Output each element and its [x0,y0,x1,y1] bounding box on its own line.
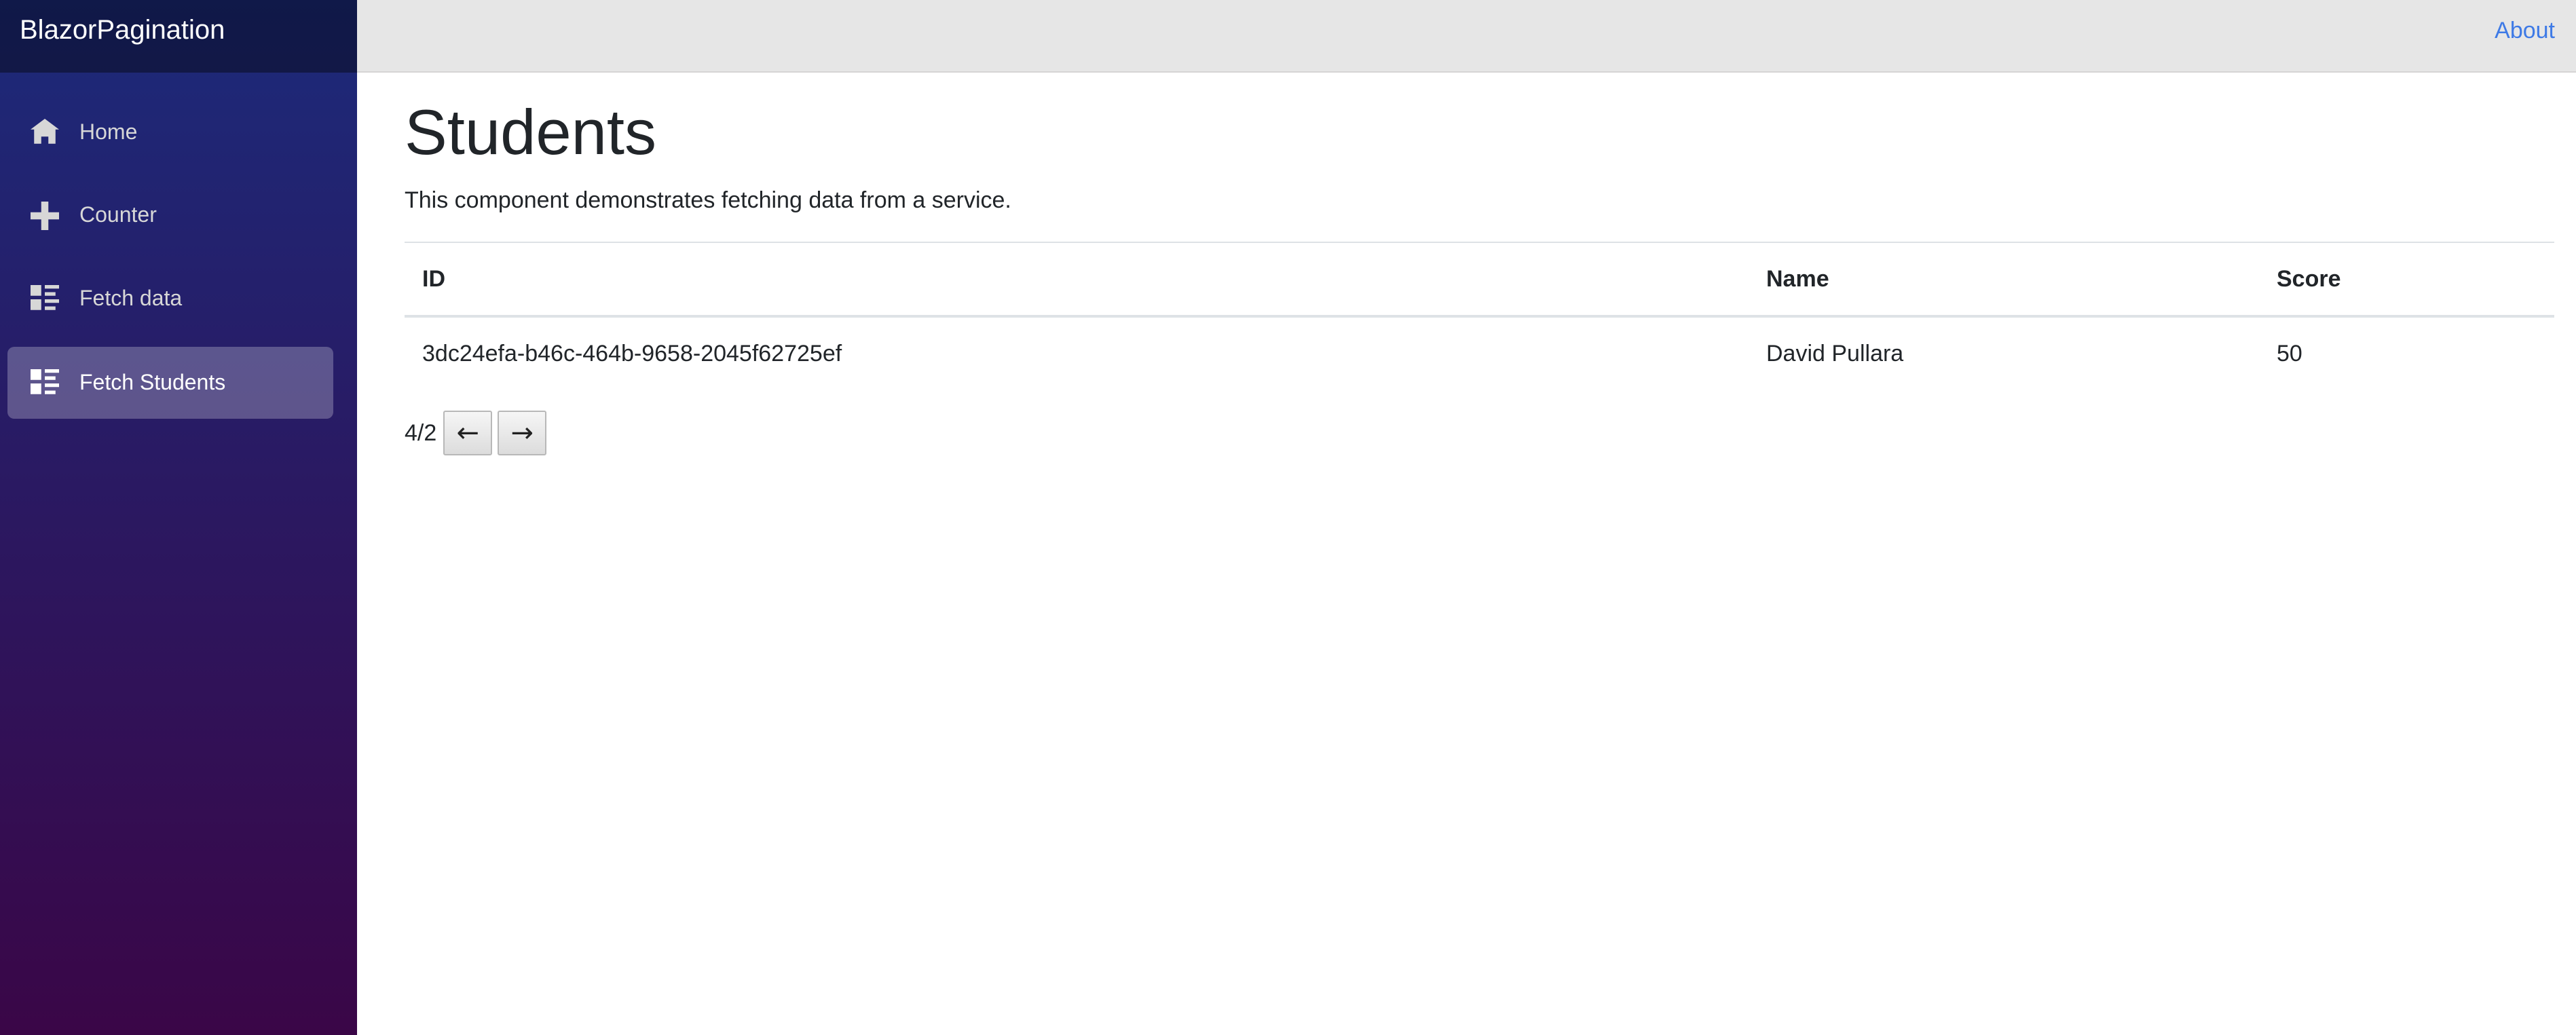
sidebar: BlazorPagination Home Counter Fetch data [0,0,357,1035]
column-header-score: Score [2259,242,2554,318]
page-indicator: 4/2 [405,419,437,446]
students-table: ID Name Score 3dc24efa-b46c-464b-9658-20… [405,242,2554,390]
previous-page-button[interactable]: ← [443,411,493,455]
list-rich-icon [31,285,59,314]
sidebar-item-fetch-data[interactable]: Fetch data [7,263,333,335]
top-bar: About [357,0,2576,73]
table-header-row: ID Name Score [405,242,2554,318]
sidebar-item-fetch-students[interactable]: Fetch Students [7,347,333,419]
sidebar-item-label: Fetch Students [79,370,226,394]
sidebar-item-label: Counter [79,202,157,227]
column-header-id: ID [405,242,1749,318]
pager: 4/2 ← → [405,410,552,456]
app-root: BlazorPagination Home Counter Fetch data [0,0,2576,1035]
brand-link[interactable]: BlazorPagination [20,15,225,45]
home-icon [31,119,59,147]
cell-score: 50 [2277,340,2302,366]
page-description: This component demonstrates fetching dat… [405,187,1011,213]
page-title: Students [405,96,657,168]
next-page-button[interactable]: → [498,411,547,455]
cell-id: 3dc24efa-b46c-464b-9658-2045f62725ef [422,340,842,366]
brand-bar: BlazorPagination [0,0,357,73]
column-header-name: Name [1749,242,2259,318]
table-row: 3dc24efa-b46c-464b-9658-2045f62725ef Dav… [405,316,2554,390]
sidebar-item-label: Fetch data [79,286,183,310]
sidebar-item-counter[interactable]: Counter [7,179,333,251]
cell-name: David Pullara [1766,340,1904,366]
list-rich-icon [31,369,59,398]
about-link[interactable]: About [2495,18,2555,44]
sidebar-item-label: Home [79,119,138,144]
plus-icon [31,202,59,230]
sidebar-item-home[interactable]: Home [7,96,333,168]
